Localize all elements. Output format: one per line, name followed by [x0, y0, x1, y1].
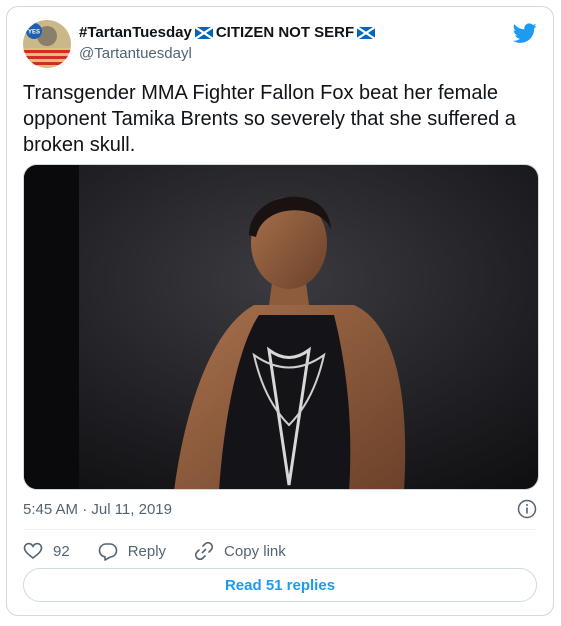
tweet-actions: 92 Reply Copy link — [23, 540, 314, 562]
read-replies-button[interactable]: Read 51 replies — [23, 568, 537, 602]
author-name-part1: #TartanTuesday — [79, 24, 192, 41]
info-icon[interactable] — [517, 499, 537, 519]
tweet-media-photo[interactable] — [23, 164, 539, 490]
reply-label: Reply — [127, 542, 167, 560]
scotland-flag-icon — [194, 26, 213, 39]
copy-link-icon — [194, 541, 214, 561]
avatar-yes-badge: YES — [28, 30, 40, 36]
tweet-text: Transgender MMA Fighter Fallon Fox beat … — [23, 82, 516, 156]
author-name-part2: CITIZEN NOT SERF — [215, 24, 355, 41]
tweet-timestamp[interactable]: 5:45 AM · Jul 11, 2019 — [23, 501, 172, 518]
copy-link-label: Copy link — [224, 542, 286, 560]
like-count: 92 — [53, 542, 70, 560]
avatar[interactable]: YES — [23, 20, 71, 68]
reply-icon — [98, 543, 117, 561]
author-handle[interactable]: @Tartantuesdayl — [79, 45, 192, 62]
reply-button[interactable]: Reply — [98, 541, 166, 561]
heart-icon — [23, 542, 43, 560]
scotland-flag-icon — [357, 26, 376, 39]
author-name[interactable]: #TartanTuesday CITIZEN NOT SERF — [79, 24, 376, 41]
divider — [23, 529, 537, 530]
tweet-card: YES #TartanTuesday CITIZEN NOT SERF @Tar… — [6, 6, 554, 616]
copy-link-button[interactable]: Copy link — [194, 541, 286, 561]
twitter-bird-icon[interactable] — [513, 21, 537, 45]
like-button[interactable]: 92 — [23, 541, 70, 561]
